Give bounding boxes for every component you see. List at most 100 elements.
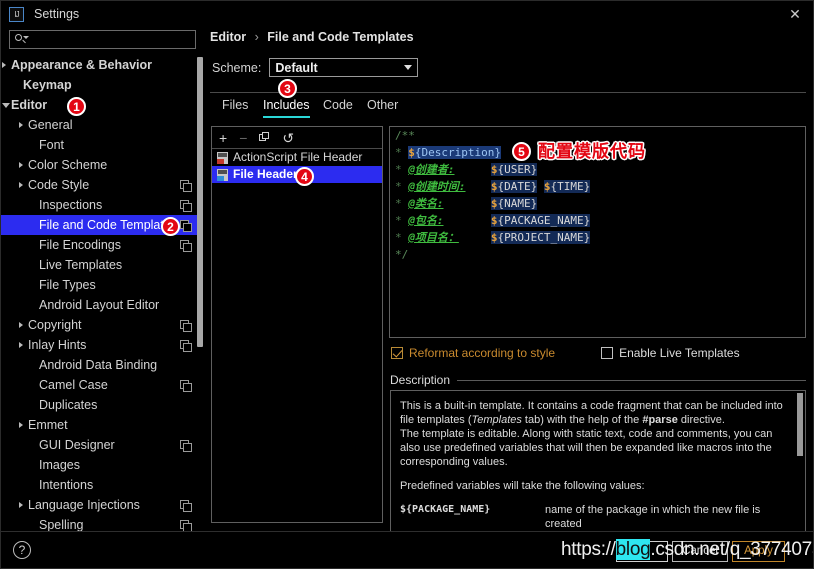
remove-template-button[interactable]: − bbox=[239, 131, 247, 145]
annotation-badge-3: 3 bbox=[278, 79, 297, 98]
sidebar-item-editor[interactable]: Editor bbox=[1, 95, 197, 115]
sidebar-item-label: Font bbox=[39, 138, 65, 152]
annotation-badge-1: 1 bbox=[67, 97, 86, 116]
help-icon[interactable]: ? bbox=[13, 541, 31, 559]
sidebar-item-label: Language Injections bbox=[28, 498, 140, 512]
sidebar-item-label: File Types bbox=[39, 278, 96, 292]
sidebar-item-file-encodings[interactable]: File Encodings bbox=[1, 235, 197, 255]
copy-settings-icon[interactable] bbox=[180, 380, 192, 392]
search-input[interactable] bbox=[27, 31, 195, 48]
add-template-button[interactable]: + bbox=[219, 131, 227, 145]
chevron-right-icon[interactable] bbox=[19, 322, 23, 328]
enable-live-templates-checkbox[interactable]: Enable Live Templates bbox=[601, 346, 740, 360]
sidebar-item-android-data-binding[interactable]: Android Data Binding bbox=[1, 355, 197, 375]
template-list-panel: + − ↺ ActionScript File Header File Heade… bbox=[211, 126, 383, 523]
apply-button[interactable]: Apply bbox=[732, 541, 785, 562]
variable-key: ${PACKAGE_NAME} bbox=[400, 504, 491, 515]
breadcrumb-separator-icon: › bbox=[254, 30, 259, 44]
search-icon bbox=[14, 33, 29, 46]
description-scrollbar-thumb[interactable] bbox=[797, 393, 803, 456]
sidebar-item-color-scheme[interactable]: Color Scheme bbox=[1, 155, 197, 175]
close-icon[interactable]: ✕ bbox=[785, 5, 805, 23]
annotation-badge-2: 2 bbox=[161, 217, 180, 236]
sidebar-item-emmet[interactable]: Emmet bbox=[1, 415, 197, 435]
breadcrumb-leaf: File and Code Templates bbox=[267, 30, 414, 44]
tab-other[interactable]: Other bbox=[367, 98, 398, 116]
copy-settings-icon[interactable] bbox=[180, 180, 192, 192]
copy-settings-icon[interactable] bbox=[180, 520, 192, 532]
scheme-dropdown[interactable]: Default bbox=[269, 58, 419, 77]
chevron-right-icon[interactable] bbox=[19, 502, 23, 508]
copy-settings-icon[interactable] bbox=[180, 220, 192, 232]
reformat-according-to-style-checkbox[interactable]: Reformat according to style bbox=[391, 346, 555, 360]
sidebar-item-keymap[interactable]: Keymap bbox=[1, 75, 197, 95]
sidebar-item-duplicates[interactable]: Duplicates bbox=[1, 395, 197, 415]
sidebar-item-appearance-behavior[interactable]: Appearance & Behavior bbox=[1, 55, 197, 75]
sidebar-item-label: Camel Case bbox=[39, 378, 108, 392]
sidebar-item-copyright[interactable]: Copyright bbox=[1, 315, 197, 335]
sidebar-scrollbar[interactable] bbox=[197, 55, 203, 533]
breadcrumb-root[interactable]: Editor bbox=[210, 30, 246, 44]
reset-template-button[interactable]: ↺ bbox=[282, 131, 294, 145]
code-variable: ${NAME} bbox=[490, 197, 538, 210]
sidebar-item-label: Android Data Binding bbox=[39, 358, 158, 372]
description-paragraph-2: The template is editable. Along with sta… bbox=[400, 428, 773, 468]
template-file-icon bbox=[217, 168, 228, 181]
annotation-callout-text: 配置模版代码 bbox=[538, 142, 646, 161]
chevron-right-icon[interactable] bbox=[19, 422, 23, 428]
chevron-right-icon[interactable] bbox=[19, 162, 23, 168]
sidebar-scrollbar-thumb[interactable] bbox=[197, 57, 203, 347]
chevron-down-icon bbox=[404, 65, 413, 70]
code-variable: ${PROJECT_NAME} bbox=[490, 231, 591, 244]
search-box[interactable] bbox=[9, 30, 196, 49]
chevron-right-icon[interactable] bbox=[19, 182, 23, 188]
sidebar-item-file-types[interactable]: File Types bbox=[1, 275, 197, 295]
list-item[interactable]: ActionScript File Header bbox=[212, 149, 382, 166]
copy-settings-icon[interactable] bbox=[180, 340, 192, 352]
sidebar-item-font[interactable]: Font bbox=[1, 135, 197, 155]
chevron-right-icon[interactable] bbox=[19, 122, 23, 128]
sidebar-item-language-injections[interactable]: Language Injections bbox=[1, 495, 197, 515]
copy-settings-icon[interactable] bbox=[180, 320, 192, 332]
code-javadoc-tag: @包名: bbox=[408, 214, 444, 227]
sidebar-item-label: Spelling bbox=[39, 518, 84, 532]
sidebar-item-android-layout-editor[interactable]: Android Layout Editor bbox=[1, 295, 197, 315]
sidebar-item-inlay-hints[interactable]: Inlay Hints bbox=[1, 335, 197, 355]
settings-tree[interactable]: Appearance & Behavior Keymap Editor General… bbox=[1, 55, 197, 533]
sidebar-item-intentions[interactable]: Intentions bbox=[1, 475, 197, 495]
tab-files[interactable]: Files bbox=[222, 98, 248, 116]
tab-bar: Files Includes Code Other bbox=[210, 92, 806, 118]
description-text: This is a built-in template. It contains… bbox=[391, 391, 805, 532]
copy-settings-icon[interactable] bbox=[180, 200, 192, 212]
sidebar-item-code-style[interactable]: Code Style bbox=[1, 175, 197, 195]
tab-includes[interactable]: Includes bbox=[263, 98, 310, 118]
tab-code[interactable]: Code bbox=[323, 98, 353, 116]
code-comment-delimiter: /** bbox=[395, 129, 415, 142]
sidebar-item-label: Intentions bbox=[39, 478, 94, 492]
code-line: * @创建者: ${USER} bbox=[390, 161, 805, 178]
cancel-button[interactable]: Cancel bbox=[672, 541, 728, 562]
copy-settings-icon[interactable] bbox=[180, 440, 192, 452]
chevron-right-icon[interactable] bbox=[19, 342, 23, 348]
sidebar-item-live-templates[interactable]: Live Templates bbox=[1, 255, 197, 275]
sidebar-item-images[interactable]: Images bbox=[1, 455, 197, 475]
sidebar-item-inspections[interactable]: Inspections bbox=[1, 195, 197, 215]
editor-options-row: Reformat according to style Enable Live … bbox=[391, 346, 740, 360]
copy-settings-icon[interactable] bbox=[180, 240, 192, 252]
copy-template-icon[interactable] bbox=[259, 132, 270, 143]
sidebar-item-camel-case[interactable]: Camel Case bbox=[1, 375, 197, 395]
chevron-right-icon[interactable] bbox=[2, 62, 6, 68]
dialog-footer: ? OK Cancel Apply bbox=[1, 531, 813, 568]
template-name: ActionScript File Header bbox=[233, 150, 363, 164]
ok-button[interactable]: OK bbox=[616, 541, 668, 562]
chevron-down-icon[interactable] bbox=[2, 103, 10, 108]
code-line: */ bbox=[390, 246, 805, 263]
reformat-checkbox-label: Reformat according to style bbox=[409, 346, 556, 360]
sidebar-item-label: Editor bbox=[11, 98, 48, 112]
template-file-icon bbox=[217, 151, 228, 164]
sidebar-item-gui-designer[interactable]: GUI Designer bbox=[1, 435, 197, 455]
sidebar-item-label: Inspections bbox=[39, 198, 103, 212]
sidebar-item-general[interactable]: General bbox=[1, 115, 197, 135]
copy-settings-icon[interactable] bbox=[180, 500, 192, 512]
description-legend: Description bbox=[390, 373, 806, 387]
